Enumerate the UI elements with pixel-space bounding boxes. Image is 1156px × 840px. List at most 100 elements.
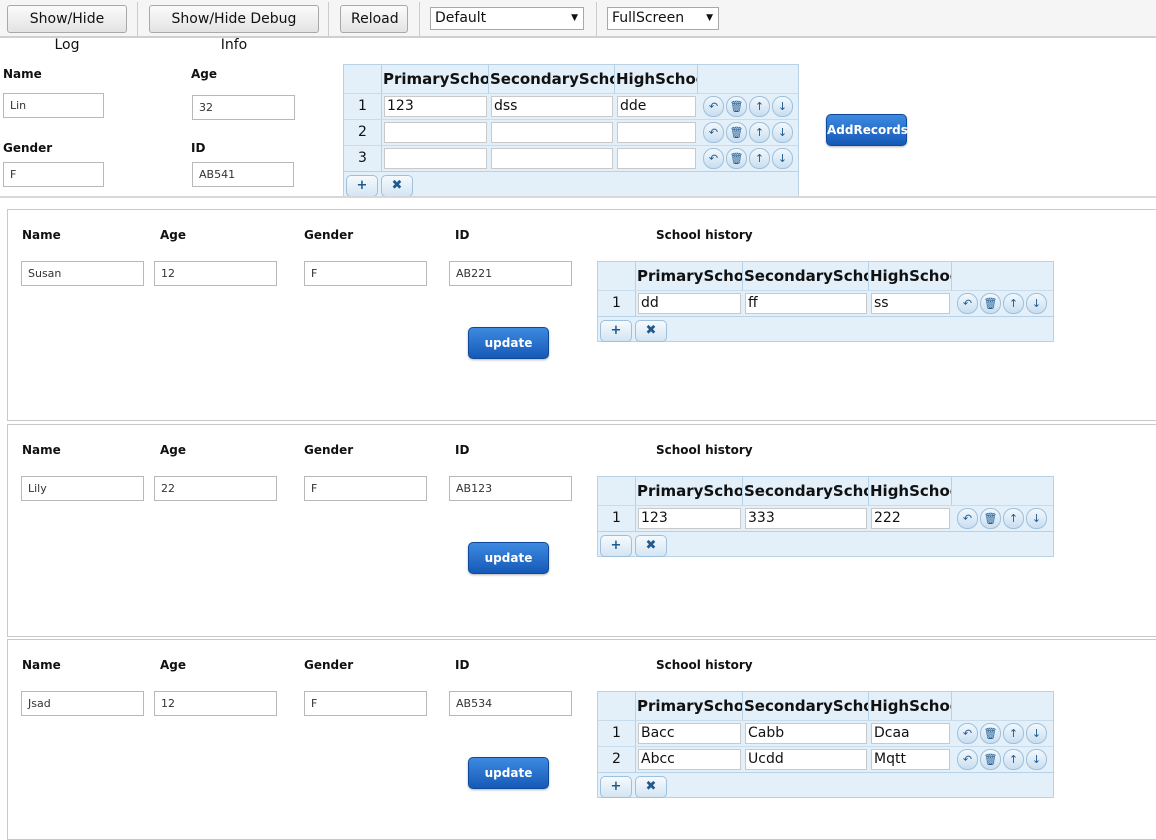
remove-row-icon[interactable]: ✖: [635, 320, 667, 342]
cell-input[interactable]: [617, 148, 696, 169]
arrow-down-icon[interactable]: ↓: [772, 122, 793, 143]
cell-input[interactable]: [384, 122, 487, 143]
arrow-down-icon[interactable]: ↓: [1026, 749, 1047, 770]
cell-input[interactable]: dd: [638, 293, 741, 314]
id-input[interactable]: AB221: [449, 261, 572, 286]
cell-input[interactable]: Bacc: [638, 723, 741, 744]
age-input[interactable]: 12: [154, 261, 277, 286]
name-input[interactable]: Jsad: [21, 691, 144, 716]
grid-footer: + ✖: [598, 772, 1053, 798]
cell-input[interactable]: dde: [617, 96, 696, 117]
add-row-icon[interactable]: +: [600, 320, 632, 342]
trash-icon[interactable]: 🗑: [726, 148, 747, 169]
arrow-up-icon[interactable]: ↑: [1003, 749, 1024, 770]
trash-icon[interactable]: 🗑: [726, 122, 747, 143]
reload-button[interactable]: Reload: [340, 5, 408, 33]
cell-input[interactable]: ss: [871, 293, 950, 314]
column-header: HighSchool: [869, 262, 952, 290]
cell-input[interactable]: Dcaa: [871, 723, 950, 744]
table-row: 1 123 333 222 ↶ 🗑 ↑ ↓: [598, 505, 1053, 531]
cell-input[interactable]: [617, 122, 696, 143]
name-input[interactable]: Susan: [21, 261, 144, 286]
cell-input[interactable]: Ucdd: [745, 749, 867, 770]
gender-input[interactable]: F: [304, 261, 427, 286]
arrow-up-icon[interactable]: ↑: [749, 122, 770, 143]
arrow-down-icon[interactable]: ↓: [1026, 508, 1047, 529]
gender-input[interactable]: F: [3, 162, 104, 187]
arrow-down-icon[interactable]: ↓: [772, 148, 793, 169]
show-hide-log-button[interactable]: Show/Hide Log: [7, 5, 127, 53]
id-label: ID: [455, 443, 470, 457]
gender-input[interactable]: F: [304, 476, 427, 501]
toolbar-separator: [137, 2, 138, 36]
undo-icon[interactable]: ↶: [957, 293, 978, 314]
actions-header: [952, 477, 1053, 505]
school-history-label: School history: [656, 228, 753, 242]
add-row-icon[interactable]: +: [600, 535, 632, 557]
column-header: HighSchool: [869, 477, 952, 505]
name-input[interactable]: Lin: [3, 93, 104, 118]
update-button[interactable]: update: [468, 757, 549, 789]
undo-icon[interactable]: ↶: [703, 122, 724, 143]
cell-input[interactable]: 123: [638, 508, 741, 529]
grid-header-corner: [598, 262, 636, 290]
theme-select[interactable]: Default ▼: [430, 7, 584, 30]
arrow-up-icon[interactable]: ↑: [1003, 293, 1024, 314]
mode-select[interactable]: FullScreen ▼: [607, 7, 719, 30]
undo-icon[interactable]: ↶: [957, 723, 978, 744]
cell-input[interactable]: [491, 122, 613, 143]
cell-input[interactable]: [491, 148, 613, 169]
id-input[interactable]: AB541: [192, 162, 294, 187]
undo-icon[interactable]: ↶: [957, 508, 978, 529]
chevron-down-icon: ▼: [571, 13, 578, 23]
cell-input[interactable]: ff: [745, 293, 867, 314]
trash-icon[interactable]: 🗑: [980, 723, 1001, 744]
gender-label: Gender: [3, 141, 53, 155]
cell-input[interactable]: dss: [491, 96, 613, 117]
remove-row-icon[interactable]: ✖: [635, 535, 667, 557]
cell-input[interactable]: 333: [745, 508, 867, 529]
trash-icon[interactable]: 🗑: [726, 96, 747, 117]
arrow-up-icon[interactable]: ↑: [1003, 508, 1024, 529]
arrow-down-icon[interactable]: ↓: [1026, 723, 1047, 744]
name-label: Name: [22, 228, 61, 242]
cell-input[interactable]: Abcc: [638, 749, 741, 770]
cell-input[interactable]: 123: [384, 96, 487, 117]
cell-input[interactable]: [384, 148, 487, 169]
show-hide-debug-button[interactable]: Show/Hide Debug Info: [149, 5, 319, 53]
trash-icon[interactable]: 🗑: [980, 508, 1001, 529]
age-input[interactable]: 32: [192, 95, 295, 120]
arrow-down-icon[interactable]: ↓: [1026, 293, 1047, 314]
id-input[interactable]: AB534: [449, 691, 572, 716]
remove-row-icon[interactable]: ✖: [381, 175, 413, 197]
add-records-button[interactable]: AddRecords: [826, 114, 908, 146]
arrow-up-icon[interactable]: ↑: [749, 96, 770, 117]
age-input[interactable]: 22: [154, 476, 277, 501]
gender-input[interactable]: F: [304, 691, 427, 716]
add-row-icon[interactable]: +: [600, 776, 632, 798]
trash-icon[interactable]: 🗑: [980, 293, 1001, 314]
remove-row-icon[interactable]: ✖: [635, 776, 667, 798]
update-button[interactable]: update: [468, 327, 549, 359]
update-button[interactable]: update: [468, 542, 549, 574]
name-label: Name: [3, 67, 42, 81]
undo-icon[interactable]: ↶: [703, 148, 724, 169]
id-input[interactable]: AB123: [449, 476, 572, 501]
cell-input[interactable]: Mqtt: [871, 749, 950, 770]
cell-input[interactable]: 222: [871, 508, 950, 529]
school-history-grid: PrimarySchoolSecondarySchoolHighSchool1d…: [597, 261, 1054, 342]
toolbar-separator: [328, 2, 329, 36]
actions-header: [952, 692, 1053, 720]
trash-icon[interactable]: 🗑: [980, 749, 1001, 770]
age-input[interactable]: 12: [154, 691, 277, 716]
arrow-up-icon[interactable]: ↑: [749, 148, 770, 169]
arrow-down-icon[interactable]: ↓: [772, 96, 793, 117]
undo-icon[interactable]: ↶: [957, 749, 978, 770]
cell-input[interactable]: Cabb: [745, 723, 867, 744]
row-actions: ↶ 🗑 ↑ ↓: [957, 723, 1049, 745]
arrow-up-icon[interactable]: ↑: [1003, 723, 1024, 744]
name-input[interactable]: Lily: [21, 476, 144, 501]
undo-icon[interactable]: ↶: [703, 96, 724, 117]
add-row-icon[interactable]: +: [346, 175, 378, 197]
row-actions: ↶ 🗑 ↑ ↓: [703, 148, 795, 170]
